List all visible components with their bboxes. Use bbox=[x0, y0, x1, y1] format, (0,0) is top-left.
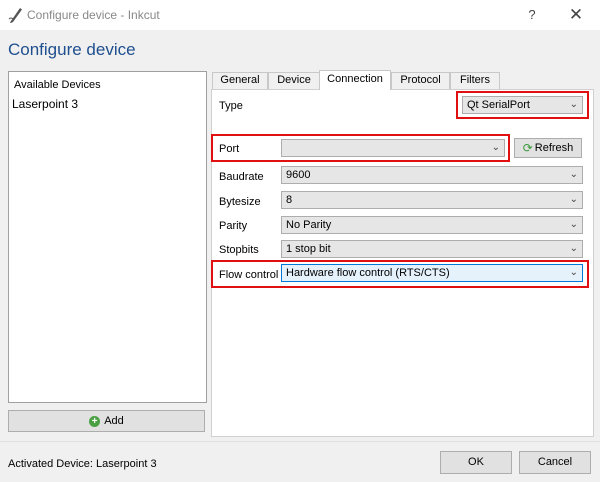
bytesize-select-value: 8 bbox=[286, 194, 293, 206]
chevron-down-icon: ⌄ bbox=[569, 219, 578, 230]
refresh-icon: ⟳ bbox=[522, 141, 533, 155]
tab-general[interactable]: General bbox=[212, 72, 268, 89]
chevron-down-icon: ⌄ bbox=[569, 194, 578, 205]
status-text: Activated Device: Laserpoint 3 bbox=[8, 458, 157, 470]
device-list: Available Devices Laserpoint 3 bbox=[8, 71, 207, 403]
baudrate-label: Baudrate bbox=[219, 171, 264, 183]
tab-device[interactable]: Device bbox=[268, 72, 320, 89]
chevron-down-icon: ⌄ bbox=[569, 243, 578, 254]
add-icon: + bbox=[89, 415, 101, 427]
flow-control-label: Flow control bbox=[219, 269, 279, 281]
ok-button[interactable]: OK bbox=[440, 451, 512, 474]
chevron-down-icon: ⌄ bbox=[569, 267, 578, 278]
baudrate-select-value: 9600 bbox=[286, 169, 311, 181]
port-label: Port bbox=[219, 143, 240, 155]
type-select[interactable]: Qt SerialPort ⌄ bbox=[462, 96, 583, 114]
chevron-down-icon: ⌄ bbox=[569, 99, 578, 110]
close-button[interactable]: ✕ bbox=[562, 3, 590, 27]
chevron-down-icon: ⌄ bbox=[491, 142, 500, 153]
refresh-button-label: Refresh bbox=[534, 142, 574, 154]
bytesize-label: Bytesize bbox=[219, 196, 261, 208]
tab-protocol[interactable]: Protocol bbox=[391, 72, 450, 89]
baudrate-select[interactable]: 9600 ⌄ bbox=[281, 166, 583, 184]
refresh-button[interactable]: ⟳ Refresh bbox=[514, 138, 582, 158]
bottom-divider bbox=[0, 441, 600, 442]
flow-control-select[interactable]: Hardware flow control (RTS/CTS) ⌄ bbox=[281, 264, 583, 282]
device-list-item[interactable]: Laserpoint 3 bbox=[12, 97, 78, 111]
dialog-heading: Configure device bbox=[8, 40, 136, 59]
device-list-header: Available Devices bbox=[14, 79, 101, 91]
bytesize-select[interactable]: 8 ⌄ bbox=[281, 191, 583, 209]
help-button[interactable]: ? bbox=[520, 3, 544, 27]
type-select-value: Qt SerialPort bbox=[467, 99, 530, 111]
tab-connection[interactable]: Connection bbox=[319, 70, 391, 90]
chevron-down-icon: ⌄ bbox=[569, 169, 578, 180]
add-device-button[interactable]: + Add bbox=[8, 410, 205, 432]
parity-select-value: No Parity bbox=[286, 219, 332, 231]
port-select[interactable]: ⌄ bbox=[281, 139, 505, 157]
add-button-label: Add bbox=[104, 415, 124, 427]
flow-control-select-value: Hardware flow control (RTS/CTS) bbox=[286, 267, 450, 279]
tab-filters[interactable]: Filters bbox=[450, 72, 500, 89]
inkcut-pen-icon bbox=[8, 8, 22, 23]
parity-select[interactable]: No Parity ⌄ bbox=[281, 216, 583, 234]
stopbits-select-value: 1 stop bit bbox=[286, 243, 331, 255]
parity-label: Parity bbox=[219, 220, 248, 232]
stopbits-label: Stopbits bbox=[219, 244, 259, 256]
type-label: Type bbox=[219, 100, 243, 112]
cancel-button[interactable]: Cancel bbox=[519, 451, 591, 474]
window-title: Configure device - Inkcut bbox=[27, 8, 160, 22]
stopbits-select[interactable]: 1 stop bit ⌄ bbox=[281, 240, 583, 258]
